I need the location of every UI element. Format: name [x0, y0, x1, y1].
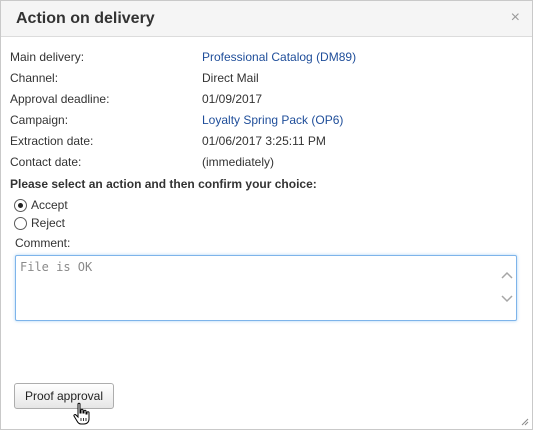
extraction-date-label: Extraction date:	[10, 134, 94, 148]
reject-option[interactable]: Reject	[14, 215, 65, 231]
comment-textarea[interactable]	[16, 256, 500, 320]
info-row-channel: Channel: Direct Mail	[10, 71, 520, 87]
main-delivery-link[interactable]: Professional Catalog (DM89)	[202, 50, 356, 64]
dialog-title: Action on delivery	[16, 10, 155, 27]
scroll-down-icon[interactable]	[501, 294, 513, 304]
info-row-extraction-date: Extraction date: 01/06/2017 3:25:11 PM	[10, 134, 520, 150]
campaign-link[interactable]: Loyalty Spring Pack (OP6)	[202, 113, 343, 127]
contact-date-label: Contact date:	[10, 155, 82, 169]
close-icon[interactable]: ×	[511, 10, 520, 26]
channel-value: Direct Mail	[202, 71, 259, 85]
reject-radio[interactable]	[14, 216, 27, 230]
scroll-up-icon[interactable]	[501, 270, 513, 280]
extraction-date-value: 01/06/2017 3:25:11 PM	[202, 134, 326, 148]
action-prompt: Please select an action and then confirm…	[10, 177, 317, 191]
reject-label: Reject	[31, 216, 66, 230]
resize-grip-icon[interactable]	[521, 418, 529, 426]
comment-field	[15, 255, 517, 321]
info-row-main-delivery: Main delivery: Professional Catalog (DM8…	[10, 50, 520, 66]
comment-label: Comment:	[15, 236, 71, 250]
main-delivery-label: Main delivery:	[10, 50, 85, 64]
accept-option[interactable]: Accept	[14, 197, 68, 213]
contact-date-value: (immediately)	[202, 155, 275, 169]
approval-deadline-value: 01/09/2017	[202, 92, 263, 106]
info-row-contact-date: Contact date: (immediately)	[10, 155, 520, 171]
approval-deadline-label: Approval deadline:	[10, 92, 110, 106]
proof-approval-button[interactable]: Proof approval	[14, 383, 114, 409]
accept-label: Accept	[31, 198, 68, 212]
dialog-titlebar: Action on delivery ×	[1, 1, 532, 37]
channel-label: Channel:	[10, 71, 59, 85]
action-on-delivery-dialog: Action on delivery × Main delivery: Prof…	[0, 0, 533, 430]
info-row-campaign: Campaign: Loyalty Spring Pack (OP6)	[10, 113, 520, 129]
campaign-label: Campaign:	[10, 113, 69, 127]
hand-cursor-icon	[73, 402, 90, 425]
info-row-approval-deadline: Approval deadline: 01/09/2017	[10, 92, 520, 108]
accept-radio[interactable]	[14, 198, 27, 212]
